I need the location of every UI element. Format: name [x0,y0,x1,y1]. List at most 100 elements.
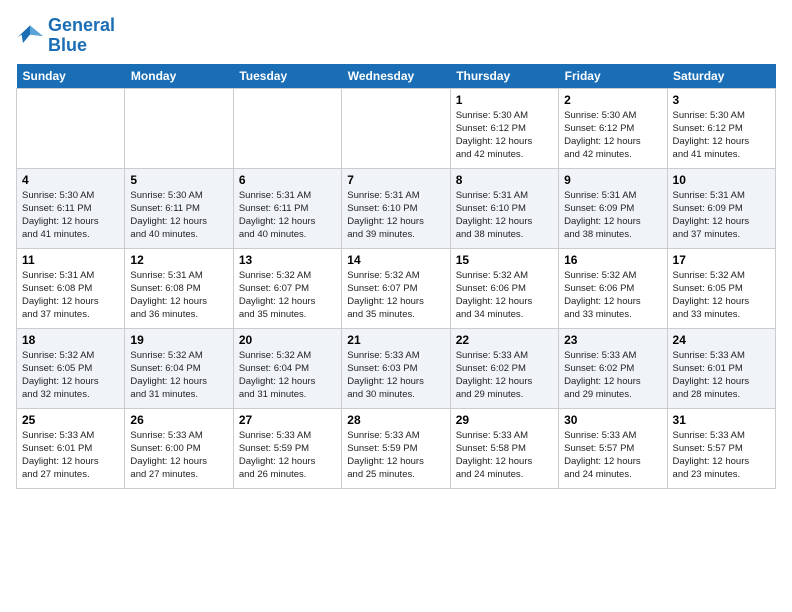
calendar-cell: 3Sunrise: 5:30 AM Sunset: 6:12 PM Daylig… [667,88,775,168]
day-number: 13 [239,253,336,267]
calendar-cell: 15 Sunrise: 5:32 AM Sunset: 6:06 PM Dayli… [450,248,558,328]
calendar-cell: 18Sunrise: 5:32 AM Sunset: 6:05 PM Dayli… [17,328,125,408]
day-number: 10 [673,173,770,187]
day-number: 26 [130,413,227,427]
day-number: 2 [564,93,661,107]
calendar-cell: 29 Sunrise: 5:33 AM Sunset: 5:58 PM Dayli… [450,408,558,488]
day-number: 21 [347,333,444,347]
day-number: 12 [130,253,227,267]
day-number: 22 [456,333,553,347]
calendar-week-row: 18Sunrise: 5:32 AM Sunset: 6:05 PM Dayli… [17,328,776,408]
day-number: 23 [564,333,661,347]
calendar-week-row: 1 Sunrise: 5:30 AM Sunset: 6:12 PM Daylig… [17,88,776,168]
calendar-cell: 20Sunrise: 5:32 AM Sunset: 6:04 PM Dayli… [233,328,341,408]
calendar-cell: 11Sunrise: 5:31 AM Sunset: 6:08 PM Dayli… [17,248,125,328]
day-info: Sunrise: 5:33 AM Sunset: 6:00 PM Dayligh… [130,429,227,482]
day-info: Sunrise: 5:33 AM Sunset: 6:02 PM Dayligh… [456,349,553,402]
day-info: Sunrise: 5:33 AM Sunset: 6:02 PM Dayligh… [564,349,661,402]
day-number: 11 [22,253,119,267]
calendar-cell [17,88,125,168]
day-number: 17 [673,253,770,267]
header-thursday: Thursday [450,64,558,89]
day-info: Sunrise: 5:30 AM Sunset: 6:12 PM Dayligh… [456,109,553,162]
day-info: Sunrise: 5:31 AM Sunset: 6:10 PM Dayligh… [456,189,553,242]
calendar-cell: 9Sunrise: 5:31 AM Sunset: 6:09 PM Daylig… [559,168,667,248]
day-number: 7 [347,173,444,187]
day-number: 24 [673,333,770,347]
calendar-cell: 4 Sunrise: 5:30 AM Sunset: 6:11 PM Daylig… [17,168,125,248]
header-monday: Monday [125,64,233,89]
day-number: 30 [564,413,661,427]
day-info: Sunrise: 5:33 AM Sunset: 5:57 PM Dayligh… [564,429,661,482]
day-number: 31 [673,413,770,427]
calendar-cell: 24 Sunrise: 5:33 AM Sunset: 6:01 PM Dayli… [667,328,775,408]
day-info: Sunrise: 5:32 AM Sunset: 6:06 PM Dayligh… [456,269,553,322]
calendar-cell: 26 Sunrise: 5:33 AM Sunset: 6:00 PM Dayli… [125,408,233,488]
day-number: 25 [22,413,119,427]
calendar-cell [342,88,450,168]
day-info: Sunrise: 5:31 AM Sunset: 6:10 PM Dayligh… [347,189,444,242]
day-info: Sunrise: 5:33 AM Sunset: 6:01 PM Dayligh… [22,429,119,482]
calendar-cell: 13Sunrise: 5:32 AM Sunset: 6:07 PM Dayli… [233,248,341,328]
day-info: Sunrise: 5:31 AM Sunset: 6:09 PM Dayligh… [673,189,770,242]
day-info: Sunrise: 5:32 AM Sunset: 6:04 PM Dayligh… [239,349,336,402]
day-number: 4 [22,173,119,187]
day-number: 8 [456,173,553,187]
day-info: Sunrise: 5:31 AM Sunset: 6:11 PM Dayligh… [239,189,336,242]
calendar-cell: 14Sunrise: 5:32 AM Sunset: 6:07 PM Dayli… [342,248,450,328]
day-info: Sunrise: 5:33 AM Sunset: 5:59 PM Dayligh… [347,429,444,482]
calendar-cell: 23 Sunrise: 5:33 AM Sunset: 6:02 PM Dayli… [559,328,667,408]
day-number: 16 [564,253,661,267]
calendar-week-row: 11 Sunrise: 5:31 AM Sunset: 6:08 PM Dayli… [17,248,776,328]
day-info: Sunrise: 5:33 AM Sunset: 5:58 PM Dayligh… [456,429,553,482]
day-info: Sunrise: 5:32 AM Sunset: 6:04 PM Dayligh… [130,349,227,402]
calendar-table: SundayMondayTuesdayWednesdayThursdayFrid… [16,64,776,489]
calendar-cell [233,88,341,168]
calendar-cell: 28 Sunrise: 5:33 AM Sunset: 5:59 PM Dayli… [342,408,450,488]
calendar-cell: 31Sunrise: 5:33 AM Sunset: 5:57 PM Dayli… [667,408,775,488]
logo: General Blue [16,16,115,56]
calendar-cell: 16 Sunrise: 5:32 AM Sunset: 6:06 PM Dayli… [559,248,667,328]
day-info: Sunrise: 5:31 AM Sunset: 6:08 PM Dayligh… [130,269,227,322]
day-info: Sunrise: 5:30 AM Sunset: 6:11 PM Dayligh… [130,189,227,242]
calendar-cell: 6 Sunrise: 5:31 AM Sunset: 6:11 PM Daylig… [233,168,341,248]
calendar-cell: 12 Sunrise: 5:31 AM Sunset: 6:08 PM Dayli… [125,248,233,328]
day-number: 6 [239,173,336,187]
calendar-cell: 21 Sunrise: 5:33 AM Sunset: 6:03 PM Dayli… [342,328,450,408]
logo-text: General Blue [48,16,115,56]
calendar-cell: 30 Sunrise: 5:33 AM Sunset: 5:57 PM Dayli… [559,408,667,488]
calendar-cell: 27Sunrise: 5:33 AM Sunset: 5:59 PM Dayli… [233,408,341,488]
calendar-week-row: 4 Sunrise: 5:30 AM Sunset: 6:11 PM Daylig… [17,168,776,248]
header-friday: Friday [559,64,667,89]
header-wednesday: Wednesday [342,64,450,89]
calendar-week-row: 25 Sunrise: 5:33 AM Sunset: 6:01 PM Dayli… [17,408,776,488]
day-number: 9 [564,173,661,187]
calendar-cell: 8 Sunrise: 5:31 AM Sunset: 6:10 PM Daylig… [450,168,558,248]
day-info: Sunrise: 5:33 AM Sunset: 6:01 PM Dayligh… [673,349,770,402]
day-info: Sunrise: 5:30 AM Sunset: 6:11 PM Dayligh… [22,189,119,242]
day-number: 28 [347,413,444,427]
header-sunday: Sunday [17,64,125,89]
header-tuesday: Tuesday [233,64,341,89]
day-info: Sunrise: 5:30 AM Sunset: 6:12 PM Dayligh… [564,109,661,162]
day-info: Sunrise: 5:32 AM Sunset: 6:05 PM Dayligh… [22,349,119,402]
day-number: 29 [456,413,553,427]
day-number: 1 [456,93,553,107]
calendar-cell: 22 Sunrise: 5:33 AM Sunset: 6:02 PM Dayli… [450,328,558,408]
day-info: Sunrise: 5:33 AM Sunset: 5:59 PM Dayligh… [239,429,336,482]
calendar-cell: 1 Sunrise: 5:30 AM Sunset: 6:12 PM Daylig… [450,88,558,168]
day-number: 15 [456,253,553,267]
calendar-cell: 2 Sunrise: 5:30 AM Sunset: 6:12 PM Daylig… [559,88,667,168]
header-saturday: Saturday [667,64,775,89]
day-info: Sunrise: 5:30 AM Sunset: 6:12 PM Dayligh… [673,109,770,162]
calendar-cell [125,88,233,168]
day-info: Sunrise: 5:32 AM Sunset: 6:07 PM Dayligh… [347,269,444,322]
day-info: Sunrise: 5:33 AM Sunset: 6:03 PM Dayligh… [347,349,444,402]
calendar-cell: 19 Sunrise: 5:32 AM Sunset: 6:04 PM Dayli… [125,328,233,408]
day-info: Sunrise: 5:32 AM Sunset: 6:05 PM Dayligh… [673,269,770,322]
logo-bird-icon [16,22,44,50]
calendar-cell: 25 Sunrise: 5:33 AM Sunset: 6:01 PM Dayli… [17,408,125,488]
day-number: 19 [130,333,227,347]
calendar-cell: 5Sunrise: 5:30 AM Sunset: 6:11 PM Daylig… [125,168,233,248]
day-info: Sunrise: 5:32 AM Sunset: 6:06 PM Dayligh… [564,269,661,322]
